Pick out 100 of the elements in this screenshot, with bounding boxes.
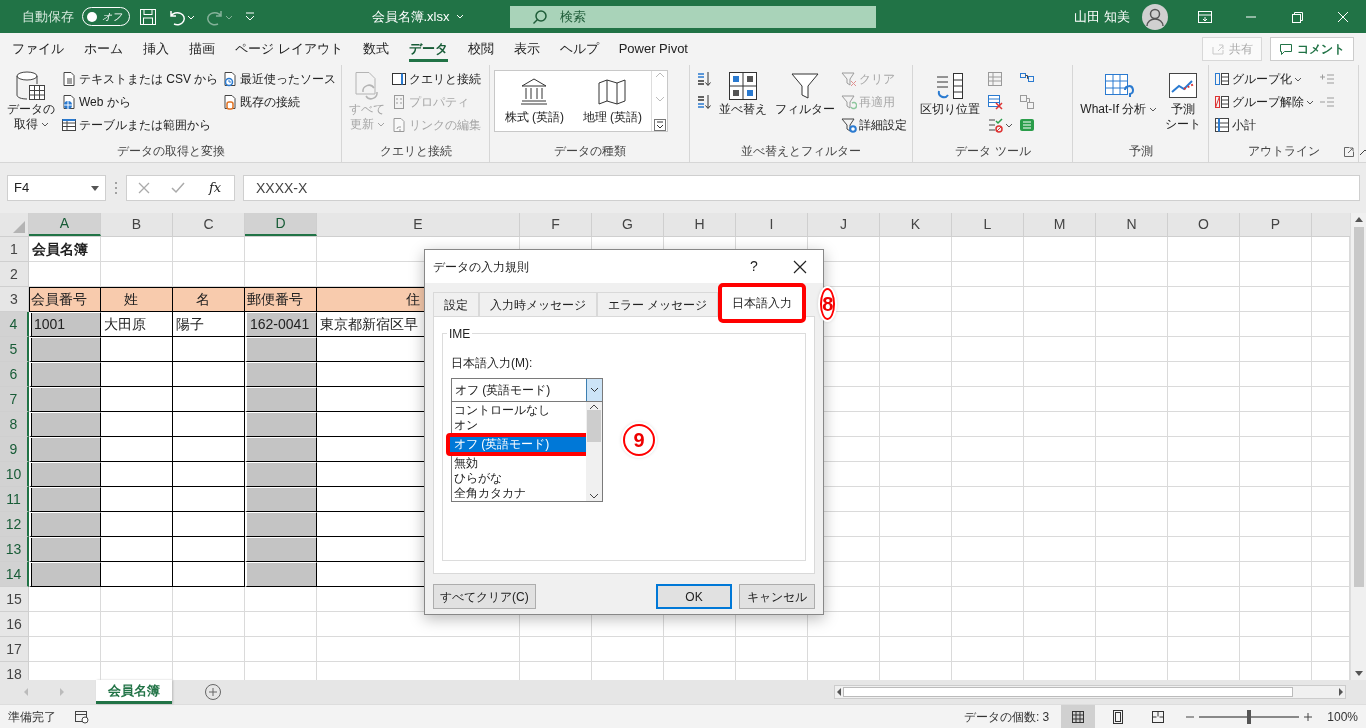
table-cell: 郵便番号 — [245, 287, 317, 312]
dialog-button[interactable]: OK — [656, 584, 732, 609]
table-cell: 大田原 — [101, 312, 173, 337]
group-label: データの種類 — [553, 143, 626, 160]
step-badge: 8 — [820, 288, 836, 320]
table-cell: 姓 — [101, 287, 173, 312]
menu-tab[interactable]: ページ レイアウト — [225, 33, 353, 65]
list-option[interactable]: ひらがな — [452, 471, 586, 486]
row-header[interactable]: 10 — [0, 462, 29, 487]
column-header[interactable]: B — [101, 213, 173, 236]
step-badge: 9 — [623, 424, 655, 456]
ribbon-button[interactable]: 詳細設定 — [840, 114, 909, 136]
insert-function-button[interactable]: fx — [207, 178, 224, 198]
status-text: 準備完了 — [8, 708, 56, 726]
gallery-item[interactable]: 株式 (英語) — [495, 71, 574, 131]
dialog-button[interactable]: キャンセル — [739, 584, 815, 609]
row-header[interactable]: 11 — [0, 487, 29, 512]
column-header[interactable]: H — [664, 213, 736, 236]
name-box[interactable]: F4 — [7, 175, 106, 201]
menu-tab[interactable]: 校閲 — [457, 33, 504, 65]
row-header[interactable]: 8 — [0, 412, 29, 437]
menu-tab[interactable]: 数式 — [352, 33, 399, 65]
menu-tab[interactable]: ホーム — [74, 33, 133, 65]
dialog-tab[interactable]: 入力時メッセージ — [479, 292, 597, 316]
row-header[interactable]: 6 — [0, 362, 29, 387]
group-label: クエリと接続 — [379, 143, 452, 160]
ribbon-button[interactable]: 並べ替え — [716, 68, 771, 119]
group-label: アウトライン — [1247, 143, 1320, 160]
column-header[interactable]: A — [29, 213, 101, 236]
row-header[interactable]: 9 — [0, 437, 29, 462]
menu-tab[interactable]: 挿入 — [133, 33, 179, 65]
dropdown-field[interactable]: オフ (英語モード) — [451, 378, 603, 402]
user-name: 山田 知美 — [1074, 7, 1130, 26]
row-header[interactable]: 5 — [0, 337, 29, 362]
ribbon-button[interactable]: テキストまたは CSV から — [60, 68, 220, 90]
column-header[interactable]: M — [1024, 213, 1096, 236]
summary-text: データの個数: 3 — [963, 708, 1050, 726]
ribbon-button[interactable]: グループ化 — [1213, 68, 1316, 90]
column-header[interactable]: O — [1168, 213, 1240, 236]
dialog-tab[interactable]: 日本語入力 — [718, 283, 807, 323]
table-cell: 名 — [173, 287, 245, 312]
ribbon-button[interactable]: Web から — [60, 91, 220, 113]
menu-tab[interactable]: 描画 — [179, 33, 225, 65]
menu-tab[interactable]: ヘルプ — [549, 33, 609, 65]
ribbon-button[interactable]: グループ解除 — [1213, 91, 1316, 113]
ribbon-button[interactable]: What-If 分析 — [1077, 68, 1161, 119]
column-header[interactable]: L — [952, 213, 1024, 236]
column-header[interactable]: E — [317, 213, 520, 236]
ribbon-button[interactable]: テーブルまたは範囲から — [60, 114, 220, 136]
row-header[interactable]: 15 — [0, 587, 29, 612]
search-field[interactable]: 検索 — [510, 5, 876, 28]
field-label: 日本語入力(M): — [451, 355, 534, 372]
menu-tab[interactable]: データ — [398, 33, 458, 65]
row-header[interactable]: 2 — [0, 262, 29, 287]
column-header[interactable]: G — [592, 213, 664, 236]
formula-field[interactable]: XXXX-X — [243, 175, 1360, 201]
ribbon-button[interactable]: 小計 — [1213, 114, 1316, 136]
autosave-label: 自動保存 — [22, 7, 74, 26]
zoom-level: 100% — [1327, 708, 1358, 726]
menu-tab[interactable]: ファイル — [2, 33, 74, 65]
dialog-tab[interactable]: 設定 — [433, 292, 479, 316]
column-header[interactable]: D — [245, 213, 317, 236]
ribbon-button[interactable]: フィルター — [772, 68, 839, 119]
sheet-tab[interactable]: 会員名簿 — [96, 680, 172, 704]
comment-button[interactable]: コメント — [1270, 37, 1354, 61]
gallery-item[interactable]: 地理 (英語) — [573, 71, 652, 131]
list-option[interactable]: 全角カタカナ — [452, 486, 586, 501]
row-header[interactable]: 13 — [0, 537, 29, 562]
column-header[interactable]: N — [1096, 213, 1168, 236]
ribbon-button[interactable]: クエリと接続 — [390, 68, 483, 90]
row-header[interactable]: 7 — [0, 387, 29, 412]
row-header[interactable]: 1 — [0, 237, 29, 262]
group-label: 予測 — [1128, 143, 1153, 160]
menu-tab[interactable]: Power Pivot — [608, 33, 698, 65]
file-name-button[interactable]: 会員名簿.xlsx — [330, 6, 505, 27]
row-header[interactable]: 4 — [0, 312, 29, 337]
column-header[interactable]: I — [736, 213, 808, 236]
column-header[interactable]: P — [1240, 213, 1312, 236]
list-option[interactable]: オン — [452, 418, 586, 433]
ribbon-button[interactable]: データの 取得 — [4, 68, 58, 134]
row-header[interactable]: 16 — [0, 612, 29, 637]
column-header[interactable]: J — [808, 213, 880, 236]
ribbon-button[interactable]: 区切り位置 — [917, 68, 984, 119]
row-header[interactable]: 3 — [0, 287, 29, 312]
menu-tab[interactable]: 表示 — [503, 33, 550, 65]
dialog-button[interactable]: すべてクリア(C) — [433, 584, 536, 609]
ribbon-button[interactable]: 予測 シート — [1162, 68, 1205, 134]
row-header[interactable]: 17 — [0, 637, 29, 662]
column-header[interactable]: K — [880, 213, 952, 236]
row-header[interactable]: 14 — [0, 562, 29, 587]
column-header[interactable]: F — [520, 213, 592, 236]
ribbon-button[interactable]: 既存の接続 — [221, 91, 338, 113]
table-cell: 会員番号 — [29, 287, 101, 312]
list-option[interactable]: 無効 — [452, 456, 586, 471]
row-header[interactable]: 18 — [0, 662, 29, 680]
ribbon-button[interactable]: 最近使ったソース — [221, 68, 338, 90]
help-button[interactable]: ? — [731, 255, 777, 278]
row-header[interactable]: 12 — [0, 512, 29, 537]
dialog-tab[interactable]: エラー メッセージ — [597, 292, 719, 316]
list-option[interactable]: コントロールなし — [452, 403, 586, 418]
